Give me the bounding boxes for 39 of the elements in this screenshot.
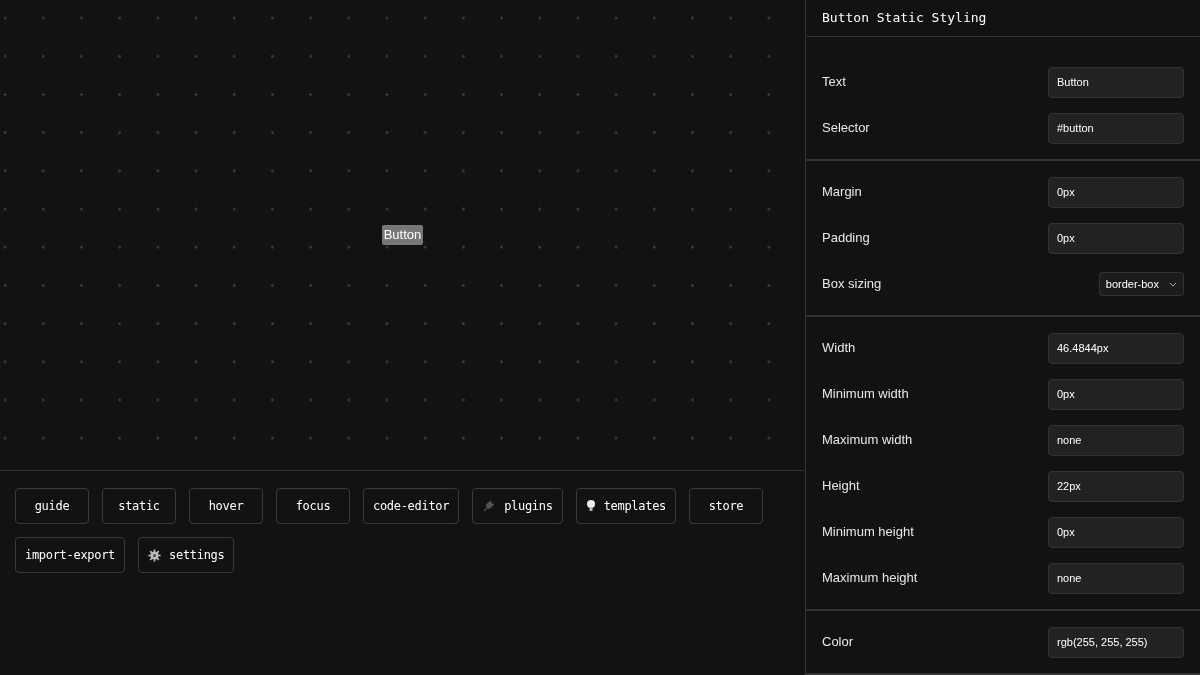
toolbar-button[interactable]: static [102, 488, 176, 524]
select-dropdown[interactable]: border-box [1098, 272, 1184, 296]
field-label: Minimum width [822, 385, 909, 404]
field-label: Minimum height [822, 523, 914, 542]
field-label: Height [822, 477, 860, 496]
text-input[interactable]: none [1048, 562, 1184, 594]
text-input[interactable]: none [1048, 424, 1184, 456]
text-input[interactable]: 0px [1048, 176, 1184, 208]
toolbar-button[interactable]: hover [189, 488, 263, 524]
text-input[interactable]: 46.4844px [1048, 332, 1184, 364]
text-input[interactable]: 0px [1048, 378, 1184, 410]
gear-icon [148, 548, 162, 562]
field-label: Maximum height [822, 569, 918, 588]
toolbar-button[interactable]: guide [15, 488, 89, 524]
chevron-down-icon [1169, 281, 1177, 287]
field-label: Selector [822, 119, 870, 138]
field-label: Margin [822, 183, 862, 202]
preview-button[interactable]: Button [381, 225, 424, 245]
toolbar-button[interactable]: plugins [472, 488, 563, 524]
toolbar-button[interactable]: code-editor [363, 488, 460, 524]
toolbar-button[interactable]: templates [575, 488, 676, 524]
lightbulb-icon [585, 499, 596, 513]
panel-title: Button Static Styling [806, 0, 1200, 37]
field-label: Padding [822, 229, 870, 248]
toolbar-button[interactable]: settings [138, 537, 235, 573]
toolbar-button[interactable]: store [689, 488, 763, 524]
text-input[interactable]: 22px [1048, 470, 1184, 502]
text-input[interactable]: Button [1048, 66, 1184, 98]
field-label: Width [822, 339, 856, 358]
field-label: Text [822, 73, 846, 92]
text-input[interactable]: 0px [1048, 222, 1184, 254]
toolbar-button[interactable]: focus [276, 488, 350, 524]
toolbar-button[interactable]: import-export [15, 537, 126, 573]
field-label: Box sizing [822, 275, 882, 294]
field-label: Color [822, 633, 854, 652]
field-label: Maximum width [822, 431, 913, 450]
text-input[interactable]: #button [1048, 112, 1184, 144]
text-input[interactable]: rgb(255, 255, 255) [1048, 626, 1184, 658]
text-input[interactable]: 0px [1048, 516, 1184, 548]
